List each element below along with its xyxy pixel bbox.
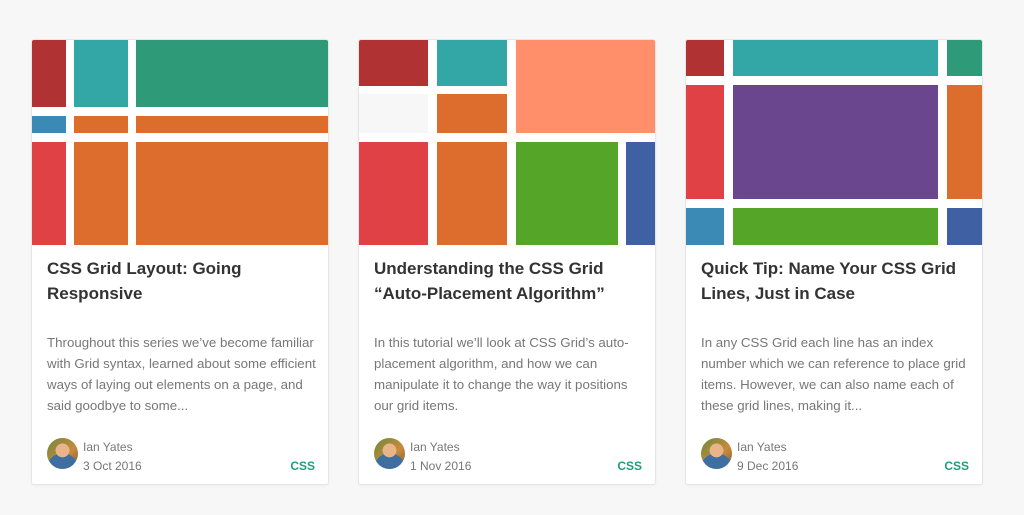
article-excerpt: Throughout this series we’ve become fami… (47, 335, 316, 413)
article-card[interactable]: CSS Grid Layout: Going Responsive Throug… (31, 39, 329, 485)
article-card[interactable]: Quick Tip: Name Your CSS Grid Lines, Jus… (685, 39, 983, 485)
author-avatar[interactable] (47, 438, 78, 469)
article-card[interactable]: Understanding the CSS Grid “Auto-Placeme… (358, 39, 656, 485)
article-title[interactable]: CSS Grid Layout: Going Responsive (47, 256, 317, 306)
author-name[interactable]: Ian Yates (410, 440, 460, 454)
publish-date: 9 Dec 2016 (737, 459, 799, 473)
article-thumbnail[interactable] (686, 40, 982, 245)
article-excerpt: In any CSS Grid each line has an index n… (701, 335, 966, 413)
author-avatar[interactable] (701, 438, 732, 469)
article-title[interactable]: Quick Tip: Name Your CSS Grid Lines, Jus… (701, 256, 971, 306)
author-name[interactable]: Ian Yates (737, 440, 787, 454)
publish-date: 3 Oct 2016 (83, 459, 142, 473)
article-thumbnail[interactable] (32, 40, 328, 245)
article-thumbnail[interactable] (359, 40, 655, 245)
author-name[interactable]: Ian Yates (83, 440, 133, 454)
article-title[interactable]: Understanding the CSS Grid “Auto-Placeme… (374, 256, 644, 306)
category-tag-link[interactable]: CSS (617, 459, 642, 473)
publish-date: 1 Nov 2016 (410, 459, 472, 473)
article-excerpt: In this tutorial we’ll look at CSS Grid’… (374, 335, 629, 413)
author-avatar[interactable] (374, 438, 405, 469)
category-tag-link[interactable]: CSS (944, 459, 969, 473)
category-tag-link[interactable]: CSS (290, 459, 315, 473)
